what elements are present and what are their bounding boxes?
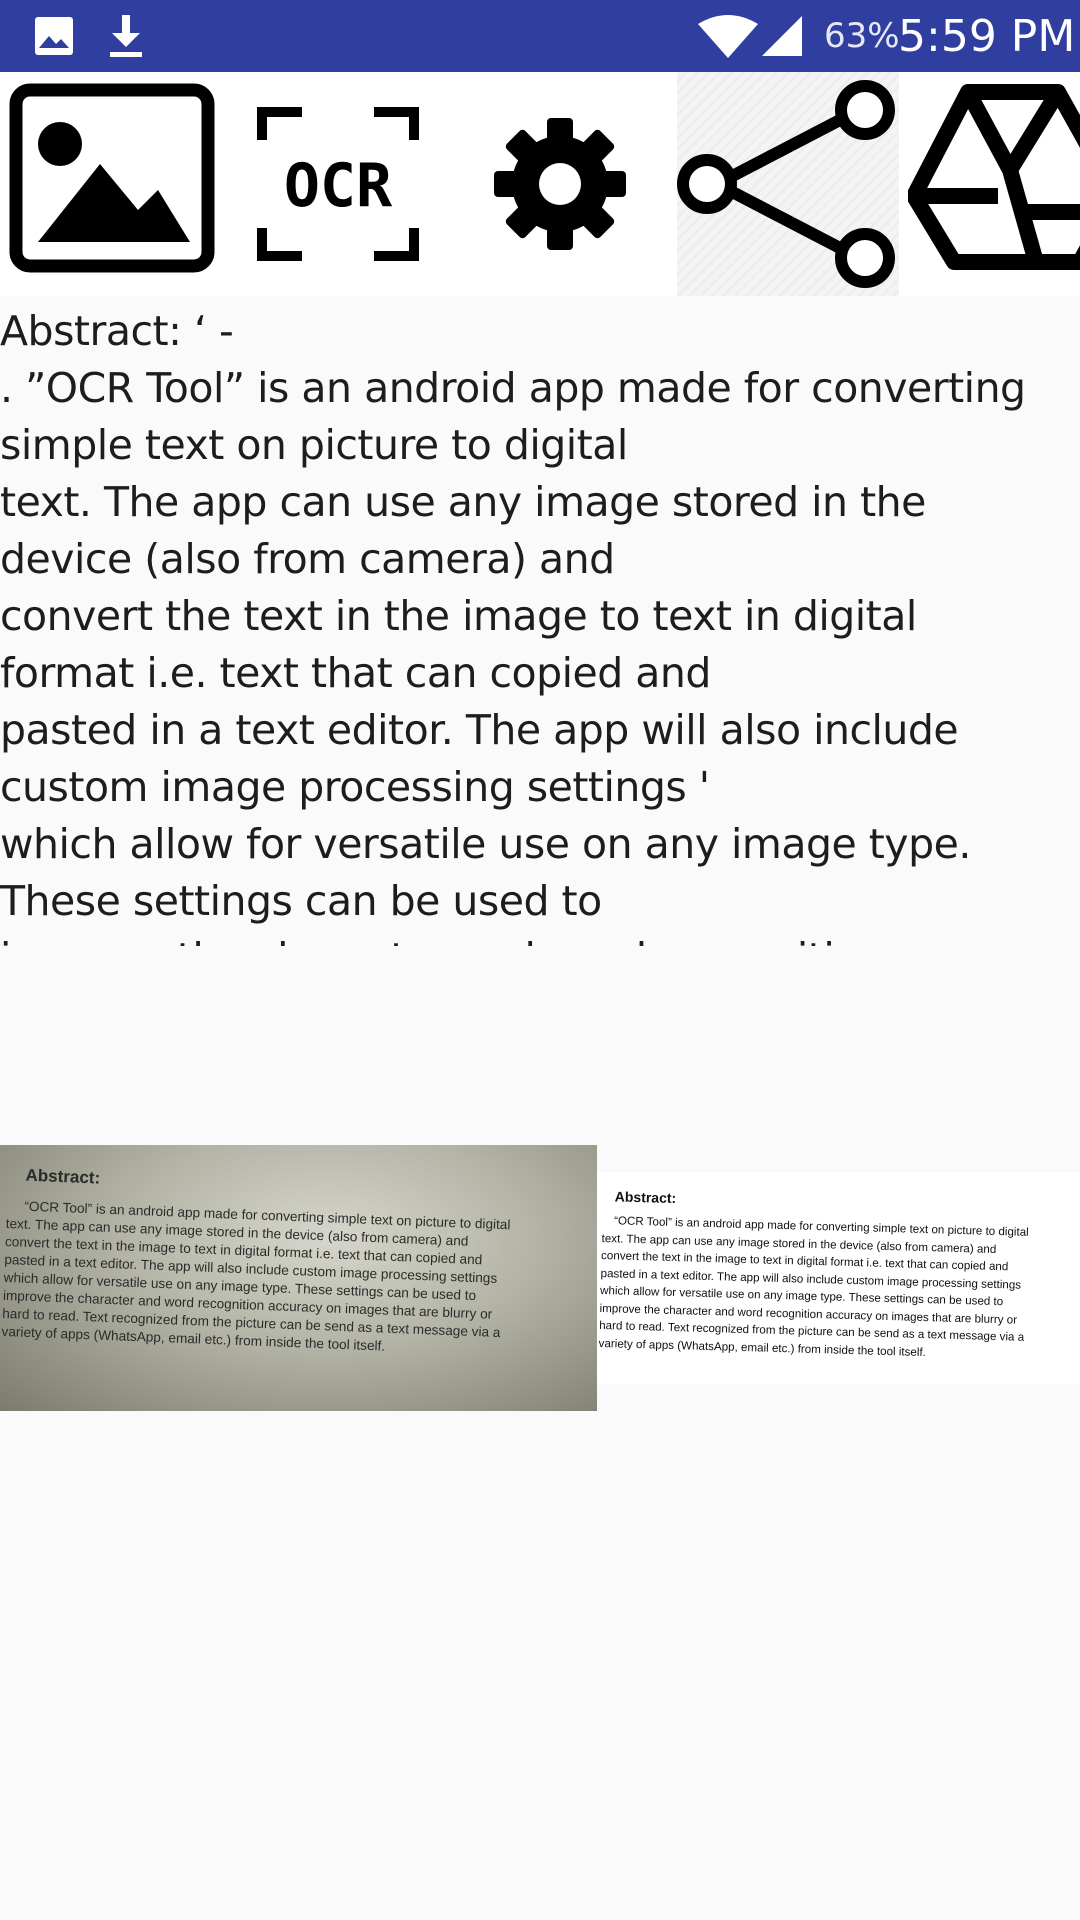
result-text-line: Abstract: ‘ - bbox=[0, 307, 234, 355]
result-text-line: pasted in a text editor. The app will al… bbox=[0, 706, 959, 754]
drive-icon bbox=[908, 84, 1080, 270]
signal-icon bbox=[762, 16, 802, 56]
result-text-line: text. The app can use any image stored i… bbox=[0, 478, 926, 526]
result-text-line: which allow for versatile use on any ima… bbox=[0, 820, 971, 868]
processed-image-title: Abstract: bbox=[614, 1188, 677, 1207]
ocr-scan-icon: OCR bbox=[257, 107, 419, 261]
processed-image-document: Abstract: “OCR Tool” is an android app m… bbox=[598, 1188, 1074, 1365]
source-image[interactable]: Abstract: “OCR Tool” is an android app m… bbox=[0, 1145, 597, 1411]
result-text-line: device (also from camera) and bbox=[0, 535, 615, 583]
result-text-line: format i.e. text that can copied and bbox=[0, 649, 711, 697]
download-icon bbox=[110, 15, 142, 57]
share-button[interactable] bbox=[677, 72, 899, 296]
result-text-line: custom image processing settings ' bbox=[0, 763, 710, 811]
toolbar: OCR bbox=[0, 72, 1080, 296]
gallery-button[interactable] bbox=[0, 72, 222, 296]
result-text-line: . ”OCR Tool” is an android app made for … bbox=[0, 364, 1026, 412]
result-text-line: improve the character and word recogniti… bbox=[0, 930, 1080, 946]
share-icon bbox=[677, 80, 895, 288]
clock: 5:59 PM bbox=[898, 11, 1076, 62]
result-text-line: simple text on picture to digital bbox=[0, 421, 628, 469]
battery-percent: 63% bbox=[824, 16, 900, 56]
wifi-icon bbox=[698, 15, 758, 58]
result-text-line: These settings can be used to bbox=[0, 877, 602, 925]
image-icon bbox=[9, 83, 215, 273]
processed-image[interactable]: Abstract: “OCR Tool” is an android app m… bbox=[597, 1172, 1080, 1384]
result-text-line: convert the text in the image to text in… bbox=[0, 592, 917, 640]
source-image-document: Abstract: “OCR Tool” is an android app m… bbox=[1, 1165, 582, 1363]
gear-icon bbox=[494, 118, 626, 250]
gallery-icon bbox=[35, 17, 73, 55]
ocr-label: OCR bbox=[284, 151, 393, 221]
ocr-result-text[interactable]: Abstract: ‘ - . ”OCR Tool” is an android… bbox=[0, 300, 1080, 946]
status-bar: 63% 5:59 PM bbox=[0, 0, 1080, 72]
drive-button[interactable] bbox=[908, 72, 1080, 296]
ocr-button[interactable]: OCR bbox=[238, 72, 438, 296]
settings-button[interactable] bbox=[470, 72, 650, 296]
